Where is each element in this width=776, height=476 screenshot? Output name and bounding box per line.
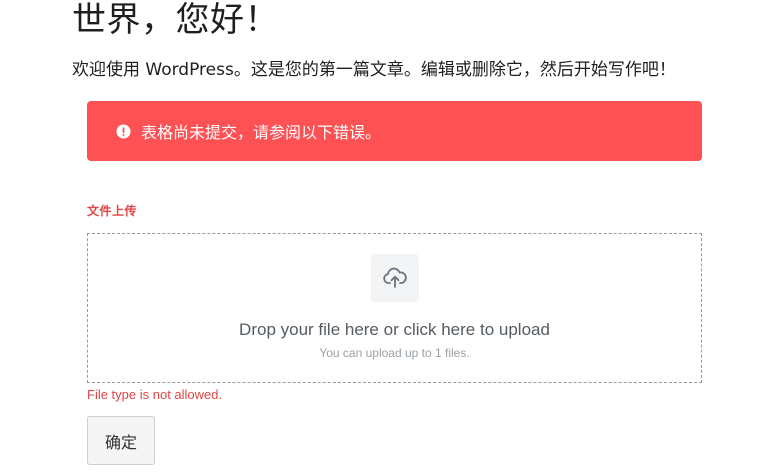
post-intro: 欢迎使用 WordPress。这是您的第一篇文章。编辑或删除它，然后开始写作吧！ (72, 60, 676, 80)
submit-button[interactable]: 确定 (87, 416, 155, 465)
dropzone-limit-note: You can upload up to 1 files. (319, 346, 470, 360)
file-upload-error: File type is not allowed. (87, 387, 223, 402)
post-title: 世界，您好！ (72, 0, 279, 40)
dropzone-instruction: Drop your file here or click here to upl… (239, 320, 550, 339)
file-dropzone[interactable]: Drop your file here or click here to upl… (87, 233, 702, 383)
upload-form: 表格尚未提交，请参阅以下错误。 文件上传 Drop your file here… (87, 101, 702, 465)
alert-circle-icon (115, 123, 131, 139)
error-banner-message: 表格尚未提交，请参阅以下错误。 (141, 123, 382, 142)
error-banner: 表格尚未提交，请参阅以下错误。 (87, 101, 702, 161)
file-upload-label: 文件上传 (87, 204, 138, 218)
cloud-upload-icon (371, 254, 419, 302)
